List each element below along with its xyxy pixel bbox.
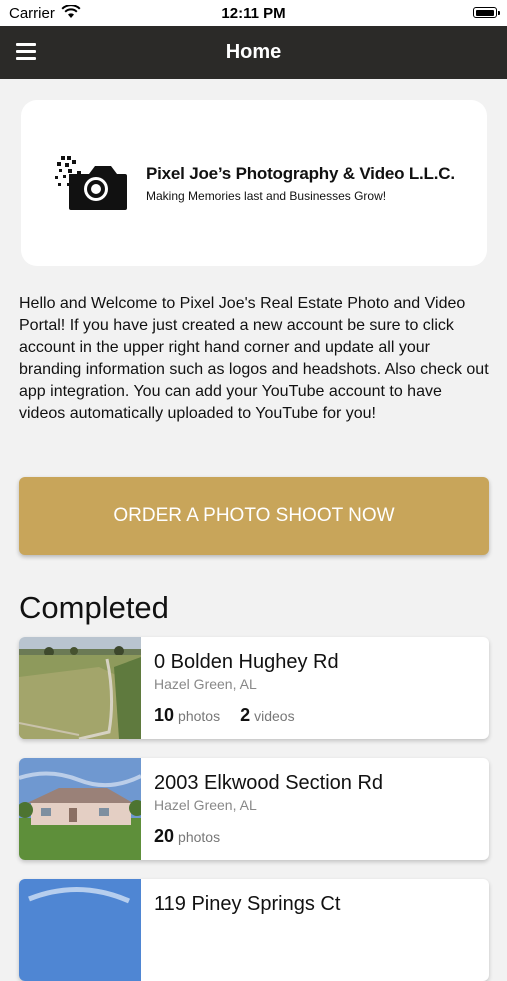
listing-card[interactable]: 2003 Elkwood Section Rd Hazel Green, AL … [19,758,489,860]
video-count-label: videos [254,708,295,724]
listing-address: 0 Bolden Hughey Rd [154,651,339,673]
video-count: 2 [240,705,251,725]
listing-city: Hazel Green, AL [154,676,257,692]
listing-photo [19,758,141,860]
status-bar: Carrier 12:11 PM [0,0,507,26]
listing-counts: 20 photos [154,826,220,847]
photo-count-label: photos [178,708,221,724]
listing-address: 2003 Elkwood Section Rd [154,772,384,794]
page-title: Home [225,41,282,63]
company-tagline: Making Memories last and Businesses Grow… [146,189,387,203]
photo-count: 10 [154,705,175,725]
completed-heading: Completed [19,590,169,625]
photo-count: 20 [154,826,175,846]
listing-card[interactable]: 0 Bolden Hughey Rd Hazel Green, AL 10 pho… [19,637,489,739]
listing-card[interactable]: 119 Piney Springs Ct [19,879,489,981]
navigation-bar: Home [0,26,507,79]
listing-city: Hazel Green, AL [154,797,257,813]
camera-icon [55,156,127,210]
clock: 12:11 PM [221,5,286,22]
company-logo-card: Pixel Joe’s Photography & Video L.L.C. M… [21,100,487,266]
welcome-text: Hello and Welcome to Pixel Joe's Real Es… [19,295,489,422]
battery-icon [473,7,500,18]
listing-photo [19,879,141,981]
listing-counts: 10 photos 2 videos [154,705,295,726]
listing-address: 119 Piney Springs Ct [154,893,341,915]
photo-count-label: photos [178,829,221,845]
order-photo-shoot-button[interactable]: ORDER A PHOTO SHOOT NOW [19,477,489,555]
company-name: Pixel Joe’s Photography & Video L.L.C. [146,164,455,183]
listing-photo [19,637,141,739]
